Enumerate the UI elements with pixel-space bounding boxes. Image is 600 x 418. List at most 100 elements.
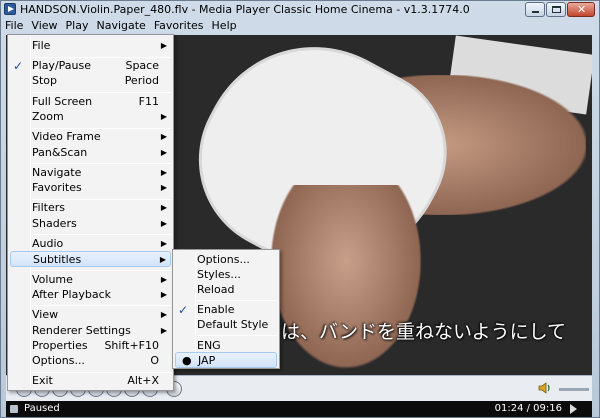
submenu-arrow-icon: ▶	[160, 148, 167, 157]
menu-item-label: Video Frame	[32, 130, 101, 143]
minimize-button[interactable]	[525, 2, 545, 17]
menu-item-label: Renderer Settings	[32, 324, 131, 337]
submenu-item-reload[interactable]: Reload	[175, 282, 277, 298]
menu-item-full-screen[interactable]: Full Screen F11	[10, 94, 171, 110]
menu-favorites[interactable]: Favorites	[150, 18, 208, 34]
submenu-arrow-icon: ▶	[160, 310, 167, 319]
menu-item-label: Styles...	[197, 268, 241, 281]
menu-item-file[interactable]: File ▶	[10, 38, 171, 54]
menu-item-video-frame[interactable]: Video Frame ▶	[10, 129, 171, 145]
menu-bar: File View Play Navigate Favorites Help	[1, 18, 599, 34]
menu-separator	[32, 234, 171, 235]
menu-view[interactable]: View	[27, 18, 61, 34]
menu-item-pan-scan[interactable]: Pan&Scan ▶	[10, 145, 171, 161]
submenu-item-styles[interactable]: Styles...	[175, 267, 277, 283]
menu-item-label: After Playback	[32, 288, 111, 301]
submenu-arrow-icon: ▶	[160, 183, 167, 192]
submenu-item-jap[interactable]: ● JAP	[175, 352, 277, 368]
menu-item-shortcut: Shift+F10	[104, 339, 159, 352]
submenu-item-default-style[interactable]: Default Style	[175, 317, 277, 333]
playback-time: 01:24 / 09:16	[494, 403, 562, 414]
menu-item-after-playback[interactable]: After Playback ▶	[10, 287, 171, 303]
menu-item-shortcut: F11	[138, 95, 159, 108]
submenu-item-options[interactable]: Options...	[175, 252, 277, 268]
close-button[interactable]: ✕	[567, 2, 595, 17]
submenu-arrow-icon: ▶	[160, 203, 167, 212]
submenu-arrow-icon: ▶	[160, 168, 167, 177]
menu-item-label: Navigate	[32, 166, 82, 179]
maximize-button[interactable]	[546, 2, 566, 17]
menu-help[interactable]: Help	[208, 18, 241, 34]
checkmark-icon: ✓	[13, 59, 24, 73]
radio-dot-icon: ●	[182, 354, 192, 367]
menu-item-filters[interactable]: Filters ▶	[10, 200, 171, 216]
volume-icon[interactable]	[538, 381, 552, 395]
menu-item-label: Options...	[32, 354, 85, 367]
menu-item-label: Full Screen	[32, 95, 93, 108]
app-icon	[4, 3, 16, 15]
menu-separator	[32, 163, 171, 164]
status-bar: Paused 01:24 / 09:16	[6, 401, 592, 417]
menu-item-renderer-settings[interactable]: Renderer Settings ▶	[10, 323, 171, 339]
submenu-arrow-icon: ▶	[160, 112, 167, 121]
menu-item-label: File	[32, 39, 51, 52]
menu-item-label: Volume	[32, 273, 73, 286]
menu-separator	[197, 300, 277, 301]
menu-item-shortcut: O	[150, 354, 159, 367]
menu-item-label: Pan&Scan	[32, 146, 88, 159]
menu-item-options[interactable]: Options... O	[10, 353, 171, 369]
menu-item-label: Zoom	[32, 110, 64, 123]
submenu-arrow-icon: ▶	[160, 239, 167, 248]
menu-item-shortcut: Alt+X	[127, 374, 159, 387]
menu-separator	[32, 92, 171, 93]
submenu-arrow-icon: ▶	[160, 41, 167, 50]
audio-indicator-icon	[570, 404, 584, 414]
menu-item-label: Subtitles	[33, 253, 82, 266]
menu-item-favorites[interactable]: Favorites ▶	[10, 180, 171, 196]
menu-separator	[197, 335, 277, 336]
minimize-icon	[532, 11, 539, 13]
menu-separator	[32, 270, 171, 271]
submenu-arrow-icon: ▶	[160, 290, 167, 299]
menu-item-zoom[interactable]: Zoom ▶	[10, 109, 171, 125]
checkmark-icon: ✓	[178, 303, 189, 317]
menu-item-shaders[interactable]: Shaders ▶	[10, 216, 171, 232]
menu-item-label: Exit	[32, 374, 53, 387]
menu-item-label: Shaders	[32, 217, 77, 230]
menu-item-navigate[interactable]: Navigate ▶	[10, 165, 171, 181]
submenu-item-enable[interactable]: ✓ Enable	[175, 302, 277, 318]
volume-slider[interactable]	[559, 388, 589, 391]
title-bar[interactable]: HANDSON.Violin.Paper_480.flv - Media Pla…	[1, 1, 599, 18]
menu-item-label: View	[32, 308, 59, 321]
menu-play[interactable]: Play	[62, 18, 93, 34]
menu-item-exit[interactable]: Exit Alt+X	[10, 373, 171, 389]
menu-item-label: Reload	[197, 283, 235, 296]
menu-file[interactable]: File	[1, 18, 27, 34]
close-icon: ✕	[577, 3, 587, 16]
menu-item-label: Options...	[197, 253, 250, 266]
menu-item-play-pause[interactable]: ✓ Play/Pause Space	[10, 58, 171, 74]
menu-navigate[interactable]: Navigate	[92, 18, 149, 34]
submenu-arrow-icon: ▶	[160, 132, 167, 141]
context-menu: File ▶ ✓ Play/Pause Space Stop Period Fu…	[7, 34, 174, 391]
submenu-arrow-icon: ▶	[160, 219, 167, 228]
status-icon	[10, 405, 18, 413]
menu-item-volume[interactable]: Volume ▶	[10, 272, 171, 288]
subtitles-submenu: Options... Styles... Reload ✓ Enable Def…	[172, 249, 280, 369]
menu-item-audio[interactable]: Audio ▶	[10, 236, 171, 252]
window-title: HANDSON.Violin.Paper_480.flv - Media Pla…	[20, 3, 470, 16]
submenu-arrow-icon: ▶	[160, 275, 167, 284]
menu-item-view[interactable]: View ▶	[10, 307, 171, 323]
menu-item-properties[interactable]: Properties Shift+F10	[10, 338, 171, 354]
submenu-arrow-icon: ▶	[159, 255, 166, 264]
menu-item-subtitles[interactable]: Subtitles ▶	[10, 251, 171, 267]
menu-item-shortcut: Period	[124, 74, 159, 87]
menu-item-label: Default Style	[197, 318, 269, 331]
menu-item-label: Enable	[197, 303, 235, 316]
menu-item-stop[interactable]: Stop Period	[10, 73, 171, 89]
caption-buttons: ✕	[525, 2, 595, 17]
menu-item-label: Filters	[32, 201, 65, 214]
menu-item-label: Audio	[32, 237, 64, 250]
hand-shape	[266, 185, 426, 375]
submenu-arrow-icon: ▶	[160, 326, 167, 335]
